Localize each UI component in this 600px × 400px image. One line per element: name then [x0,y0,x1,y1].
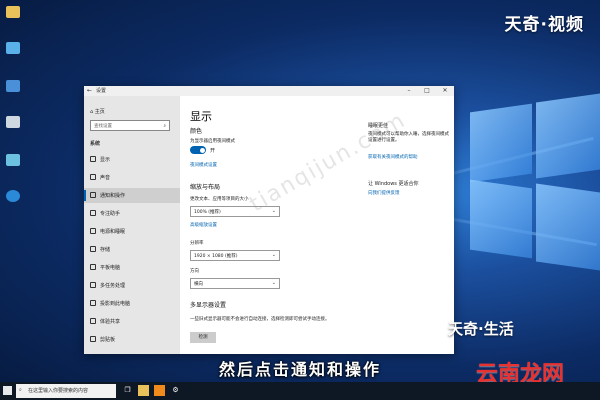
back-arrow-icon[interactable]: ← [87,87,92,94]
file-explorer-icon[interactable] [138,385,149,396]
feedback-heading: 让 Windows 更适合你 [368,181,419,187]
resolution-label: 分辨率 [190,241,204,246]
sidebar-item-shared[interactable]: 体验共享 [84,314,180,329]
monitor-icon [90,156,96,162]
sidebar-item-label: 体验共享 [100,319,121,325]
orientation-label: 方向 [190,269,199,274]
share-icon [90,318,96,324]
internet-explorer-icon [6,190,20,202]
network-icon [6,80,20,92]
taskbar-search-placeholder: 在这里输入你要搜索的内容 [28,388,89,394]
brand-logo-top: 天奇·视频 [504,15,584,35]
desktop-icon-recycle-bin[interactable] [2,116,24,129]
moon-icon [90,210,96,216]
title-bar: ← 设置 – □ ✕ [84,86,454,96]
sidebar-section-title: 系统 [90,141,101,147]
sidebar-home-label: 主页 [94,109,105,115]
brand-logo-bottom: 天奇·生活 [448,320,514,338]
speaker-icon [90,174,96,180]
color-heading: 颜色 [190,128,203,135]
minimize-icon[interactable]: – [400,86,418,96]
recycle-bin-icon [6,116,20,128]
folder-icon [6,6,20,18]
sidebar-item-label: 存储 [100,247,111,253]
sidebar-item-label: 多任务处理 [100,283,126,289]
night-light-toggle[interactable] [190,146,206,154]
taskbar-search-input[interactable]: ⌕ 在这里输入你要搜索的内容 [16,384,116,398]
page-title: 显示 [190,110,212,123]
wallpaper-logo-pane [536,93,600,179]
search-placeholder: 查找设置 [94,124,112,129]
settings-search-input[interactable]: 查找设置 ⌕ [90,120,170,131]
scale-value: 100% (推荐) [194,210,221,215]
app-icon[interactable] [154,385,165,396]
orientation-dropdown[interactable]: 横向 ⌄ [190,278,280,289]
settings-gear-icon[interactable]: ⚙ [170,385,181,396]
sidebar-item-display[interactable]: 显示 [84,152,180,167]
desktop-icon-user-folder[interactable] [2,6,24,19]
settings-content: 显示 颜色 为显示器启用夜间模式 开 夜间模式设置 缩放与布局 更改文本、应用等… [190,96,454,354]
storage-icon [90,246,96,252]
sidebar-item-sound[interactable]: 声音 [84,170,180,185]
sidebar-item-projecting[interactable]: 投影到此电脑 [84,296,180,311]
night-light-settings-link[interactable]: 夜间模式设置 [190,162,217,168]
advanced-scaling-link[interactable]: 高级缩放设置 [190,222,217,228]
sidebar-item-label: 专注助手 [100,211,121,217]
sidebar-item-label: 通知和操作 [100,193,126,199]
maximize-icon[interactable]: □ [418,86,436,96]
wallpaper-logo-pane [470,179,532,259]
resolution-value: 1920 × 1080 (推荐) [194,254,238,259]
sidebar-item-storage[interactable]: 存储 [84,242,180,257]
windows-start-icon[interactable] [3,386,12,395]
scale-label: 更改文本、应用等项目的大小 [190,197,249,202]
power-icon [90,228,96,234]
sidebar-item-tablet[interactable]: 平板电脑 [84,260,180,275]
active-indicator [84,190,86,201]
chevron-down-icon: ⌄ [271,252,276,258]
settings-sidebar: ⌂ 主页 查找设置 ⌕ 系统 显示 声音 通知和操作 专注助手 电源和睡眠 存储… [84,96,180,354]
desktop-icon-network[interactable] [2,80,24,93]
sidebar-item-label: 电源和睡眠 [100,229,126,235]
task-view-icon[interactable]: ❐ [122,385,133,396]
multiple-displays-heading: 多显示器设置 [190,302,227,309]
search-icon: ⌕ [163,124,166,129]
sidebar-item-power[interactable]: 电源和睡眠 [84,224,180,239]
wallpaper-logo-pane [470,103,532,183]
projector-icon [90,300,96,306]
search-icon: ⌕ [19,387,22,393]
control-panel-icon [6,154,20,166]
notification-icon [90,192,96,198]
sidebar-item-label: 声音 [100,175,111,181]
multitasking-icon [90,282,96,288]
close-icon[interactable]: ✕ [436,86,454,96]
sidebar-item-multitasking[interactable]: 多任务处理 [84,278,180,293]
detect-button[interactable]: 检测 [190,332,216,343]
night-light-help-link[interactable]: 获取有关夜间模式的帮助 [368,154,418,160]
sidebar-item-notifications[interactable]: 通知和操作 [84,188,180,203]
toggle-label: 开 [210,148,216,154]
desktop-icon-control-panel[interactable] [2,154,24,167]
orientation-value: 横向 [194,282,203,287]
desktop-icon-internet-explorer[interactable] [2,190,24,203]
sidebar-item-label: 剪贴板 [100,337,116,343]
taskbar: ⌕ 在这里输入你要搜索的内容 ❐ ⚙ [0,382,600,400]
sidebar-item-label: 平板电脑 [100,265,121,271]
sidebar-home[interactable]: ⌂ 主页 [90,108,105,115]
night-light-description: 为显示器启用夜间模式 [190,139,235,144]
wallpaper-logo-pane [536,183,600,271]
computer-icon [6,42,20,54]
sidebar-item-focus-assist[interactable]: 专注助手 [84,206,180,221]
resolution-dropdown[interactable]: 1920 × 1080 (推荐) ⌄ [190,250,280,261]
feedback-link[interactable]: 向我们提供反馈 [368,190,400,196]
clipboard-icon [90,336,96,342]
tablet-icon [90,264,96,270]
desktop-icon-this-pc[interactable] [2,42,24,55]
sidebar-item-label: 显示 [100,157,111,163]
window-title: 设置 [96,88,107,94]
multiple-displays-description: 一些旧式显示器可能不会进行自动连接，选择检测即可尝试手动连接。 [190,317,330,322]
scale-layout-heading: 缩放与布局 [190,184,221,191]
sidebar-item-label: 投影到此电脑 [100,301,131,307]
sidebar-item-clipboard[interactable]: 剪贴板 [84,332,180,347]
chevron-down-icon: ⌄ [271,280,276,286]
